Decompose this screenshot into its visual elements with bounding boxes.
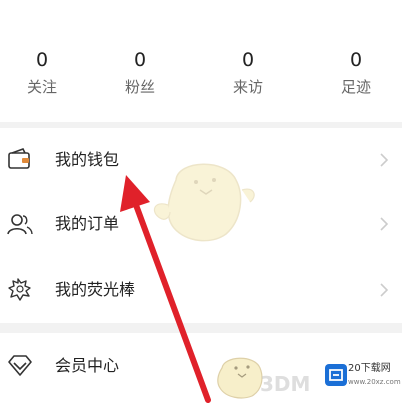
annotation-arrow — [120, 175, 211, 403]
